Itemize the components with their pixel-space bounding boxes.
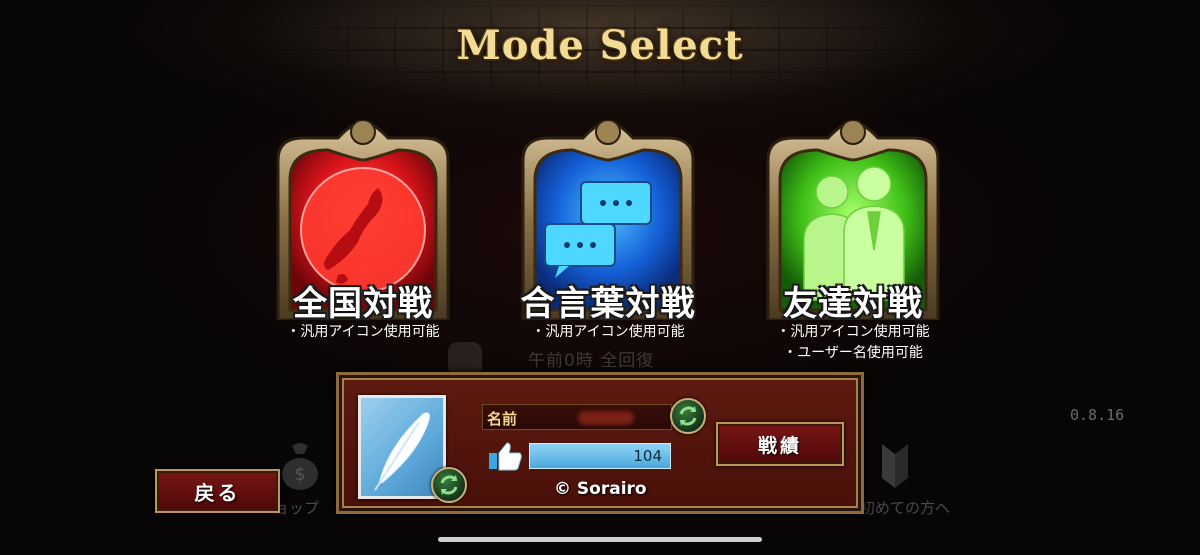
page-title: Mode Select	[456, 22, 744, 69]
note-item: ・汎用アイコン使用可能	[286, 324, 440, 340]
mode-card-password[interactable]: 合言葉対戦 ・汎用アイコン使用可能	[503, 120, 713, 360]
name-label: 名前	[487, 410, 518, 428]
refresh-icon	[679, 406, 697, 426]
beginner-label: 初めての方へ	[860, 499, 951, 517]
mode-notes: ・汎用アイコン使用可能 ・ユーザー名使用可能	[718, 322, 988, 364]
like-count-bar: 104	[529, 443, 671, 469]
clock-icon	[448, 342, 482, 372]
name-field: 名前	[482, 404, 672, 430]
name-value-redacted	[578, 411, 634, 425]
recovery-notice: 午前0時 全回復	[528, 351, 655, 371]
record-button[interactable]: 戦績	[716, 422, 844, 466]
mode-notes: ・汎用アイコン使用可能	[473, 322, 743, 343]
shop-label: ョップ	[274, 499, 320, 517]
svg-text:$: $	[294, 464, 305, 485]
money-bag-icon: $	[282, 443, 318, 490]
copyright-text: © Sorairo	[554, 479, 647, 499]
note-item: ・汎用アイコン使用可能	[776, 324, 930, 340]
mode-card-nationwide[interactable]: 全国対戦 ・汎用アイコン使用可能	[258, 120, 468, 360]
mode-label: 友達対戦	[783, 284, 923, 324]
like-count: 104	[633, 447, 662, 465]
thumbs-up-icon	[489, 442, 522, 471]
mode-label: 合言葉対戦	[520, 284, 696, 324]
note-item: ・汎用アイコン使用可能	[531, 324, 685, 340]
refresh-icon	[440, 475, 458, 495]
version-label: 0.8.16	[1070, 406, 1125, 424]
mode-notes: ・汎用アイコン使用可能	[228, 322, 498, 343]
beginner-mark-icon	[882, 444, 908, 488]
back-button[interactable]: 戻る	[155, 469, 280, 513]
mode-label: 全国対戦	[293, 284, 433, 324]
profile-panel: 名前 104 © Sorairo 戦績	[336, 372, 864, 514]
home-indicator[interactable]	[438, 537, 762, 542]
avatar-refresh-button[interactable]	[431, 467, 467, 503]
mode-card-friends[interactable]: 友達対戦 ・汎用アイコン使用可能 ・ユーザー名使用可能	[748, 120, 958, 361]
name-refresh-button[interactable]	[670, 398, 706, 434]
note-item: ・ユーザー名使用可能	[783, 345, 923, 361]
